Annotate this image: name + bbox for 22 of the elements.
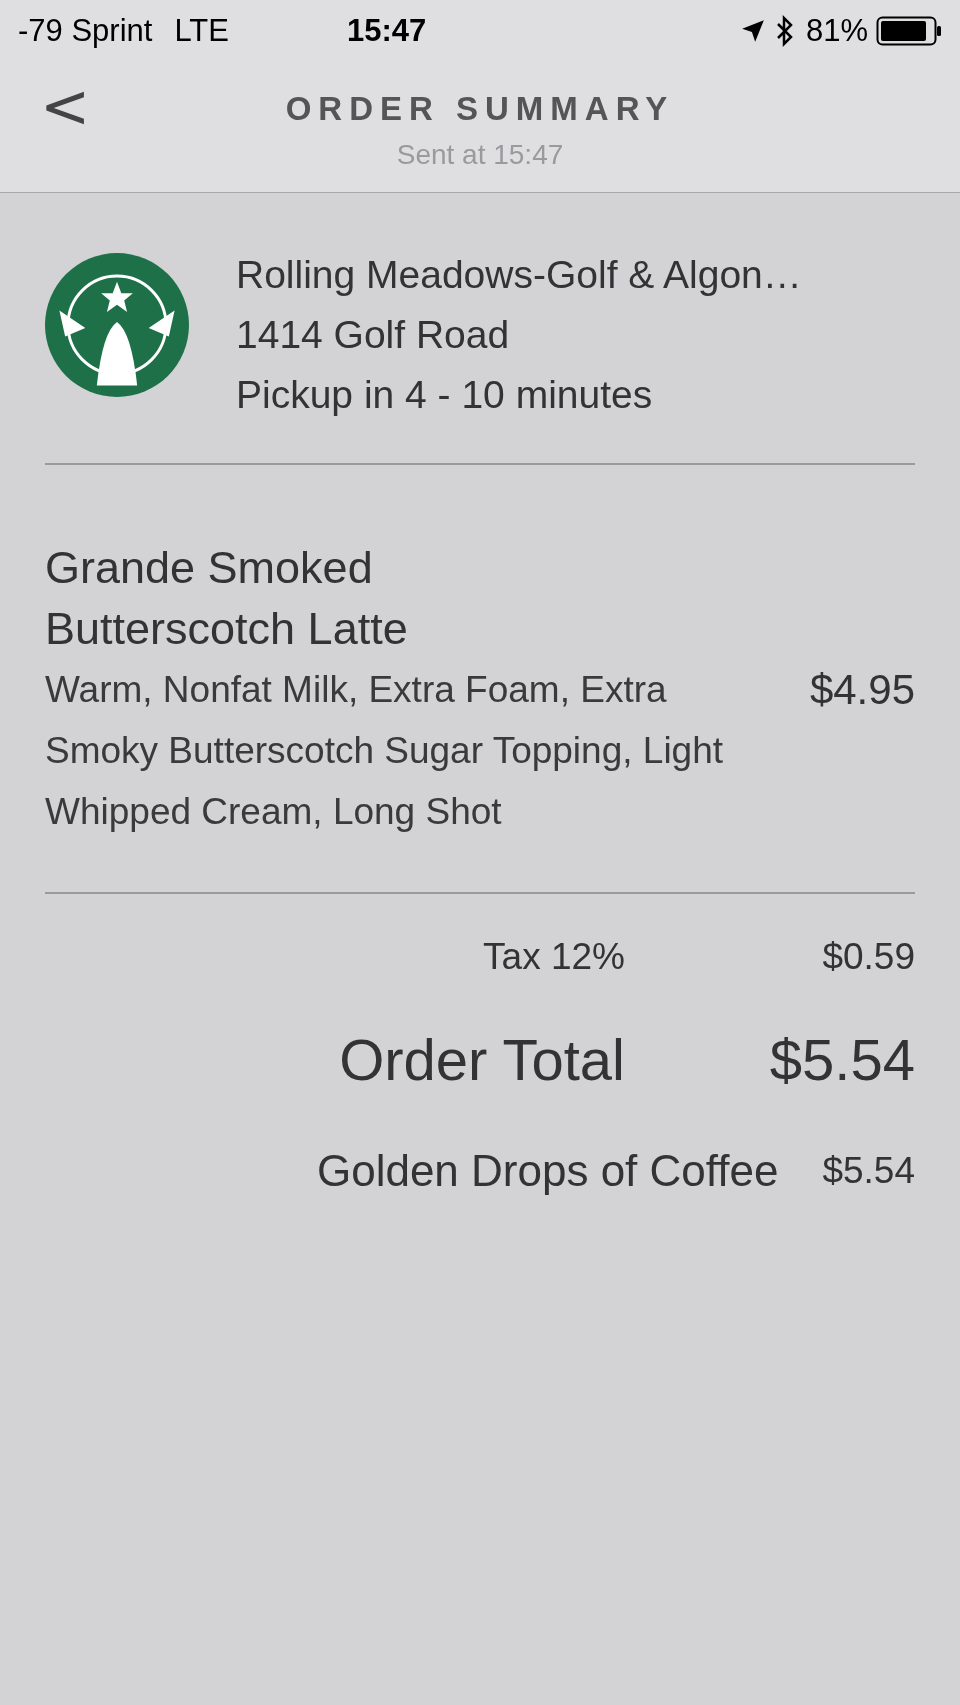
total-label: Golden Drops of Coffee	[316, 1145, 779, 1197]
total-amount: $5.54	[822, 1149, 915, 1194]
time-text: 15:47	[346, 11, 427, 50]
total-amount: $5.54	[768, 1025, 915, 1094]
sent-time-text: Sent at 15:47	[396, 137, 564, 172]
logo-icon	[45, 253, 189, 397]
page-title: ORDER SUMMARY	[285, 89, 675, 129]
carrier-text: -79 Sprint	[18, 11, 153, 50]
network-text: LTE	[174, 11, 229, 50]
bluetooth-icon	[775, 15, 794, 47]
total-label: Order Total	[339, 1025, 625, 1094]
total-amount: $0.59	[821, 935, 915, 980]
item-details: Warm, Nonfat Milk, Extra Foam, Extra Smoky Butterscotch Sugar Topping, Light Whipped Cream, Long Shot	[45, 668, 725, 834]
battery-percent-text: 81%	[805, 11, 868, 50]
item-price: $4.95	[809, 665, 915, 715]
store-address: 1414 Golf Road	[236, 312, 511, 358]
back-button[interactable]: <	[40, 76, 91, 136]
store-name: Rolling Meadows-Golf & Algon…	[236, 252, 802, 298]
total-label: Tax 12%	[483, 935, 625, 980]
pickup-time-text: Pickup in 4 - 10 minutes	[236, 372, 654, 418]
battery-icon	[876, 16, 942, 46]
item-name: Grande Smoked Butterscotch Latte	[45, 541, 409, 656]
